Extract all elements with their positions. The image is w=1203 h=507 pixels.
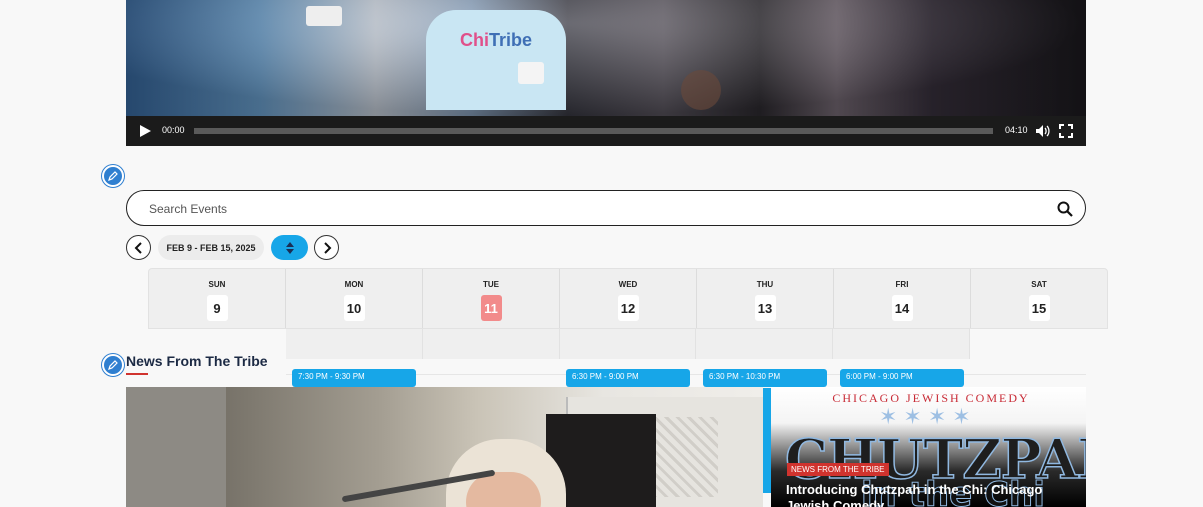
next-week-button[interactable]: [314, 235, 339, 260]
duration: 04:10: [1005, 125, 1028, 135]
calendar-column: [833, 329, 970, 359]
name-tag: [306, 6, 342, 26]
day-sun[interactable]: SUN 9: [149, 269, 286, 328]
event-wed[interactable]: 6:30 PM - 9:00 PM: [566, 369, 690, 387]
current-time: 00:00: [162, 125, 185, 135]
logo-arc-text: CHICAGO JEWISH COMEDY: [832, 391, 1030, 405]
sort-arrows-icon: [285, 241, 294, 254]
video-progress-bar[interactable]: [194, 128, 993, 134]
volume-icon[interactable]: [1035, 124, 1050, 138]
name-tag: [518, 62, 544, 84]
view-toggle-button[interactable]: [271, 235, 308, 260]
tshirt-logo-a: Chi: [460, 30, 489, 50]
day-number: 12: [617, 295, 639, 321]
news-card-image[interactable]: [126, 387, 763, 507]
day-name: WED: [618, 280, 638, 289]
day-name: THU: [756, 280, 774, 289]
day-wed[interactable]: WED 12: [560, 269, 697, 328]
calendar-column: [559, 329, 697, 359]
day-sat[interactable]: SAT 15: [971, 269, 1107, 328]
week-calendar: SUN 9 MON 10 TUE 11 WED 12 THU 13 FRI 14…: [148, 268, 1108, 329]
news-category-badge[interactable]: NEWS FROM THE TRIBE: [787, 463, 889, 476]
day-tue[interactable]: TUE 11: [423, 269, 560, 328]
video-frame[interactable]: ChiTribe: [126, 0, 1086, 116]
day-name: FRI: [895, 280, 909, 289]
day-name: SUN: [208, 280, 226, 289]
day-number: 9: [206, 295, 228, 321]
video-controls: 00:00 04:10: [126, 116, 1086, 146]
day-number: 14: [891, 295, 913, 321]
calendar-column: [696, 329, 834, 359]
tshirt-logo: ChiTribe: [460, 30, 532, 51]
day-thu[interactable]: THU 13: [697, 269, 834, 328]
calendar-column: [286, 329, 423, 359]
event-mon[interactable]: 7:30 PM - 9:30 PM: [292, 369, 416, 387]
chevron-right-icon: [323, 241, 331, 254]
title-underline: [126, 373, 148, 375]
day-number: 13: [754, 295, 776, 321]
event-fri[interactable]: 6:00 PM - 9:00 PM: [840, 369, 964, 387]
day-number: 15: [1028, 295, 1050, 321]
video-shade: [126, 0, 1086, 116]
calendar-column: [422, 329, 560, 359]
day-name: SAT: [1031, 280, 1047, 289]
play-icon[interactable]: [140, 125, 151, 137]
day-number-today: 11: [480, 295, 502, 321]
day-name: TUE: [483, 280, 499, 289]
event-thu[interactable]: 6:30 PM - 10:30 PM: [703, 369, 827, 387]
page: ChiTribe 00:00 04:10 Search Events FEB 9…: [0, 0, 1203, 507]
fullscreen-icon[interactable]: [1059, 124, 1073, 138]
calendar-day-columns: [286, 329, 970, 359]
pencil-icon: [108, 171, 118, 181]
video-player[interactable]: ChiTribe 00:00 04:10: [126, 0, 1086, 146]
tshirt-logo-b: Tribe: [489, 30, 533, 50]
photo-window: [126, 387, 226, 507]
search-bar: [126, 190, 1086, 226]
event-overflow-bar[interactable]: [762, 388, 771, 493]
hair-shape: [681, 70, 721, 110]
day-mon[interactable]: MON 10: [286, 269, 423, 328]
edit-pencil-button[interactable]: [102, 165, 124, 187]
day-number: 10: [343, 295, 365, 321]
pencil-icon: [108, 360, 118, 370]
news-section-title: News From The Tribe: [126, 353, 268, 369]
edit-pencil-button[interactable]: [102, 354, 124, 376]
search-input[interactable]: [149, 199, 1029, 219]
search-icon[interactable]: [1057, 201, 1073, 217]
prev-week-button[interactable]: [126, 235, 151, 260]
day-fri[interactable]: FRI 14: [834, 269, 971, 328]
day-name: MON: [344, 280, 364, 289]
tshirt-shape: [426, 10, 566, 110]
date-range-label: FEB 9 - FEB 15, 2025: [158, 235, 264, 260]
news-headline-link[interactable]: Introducing Chutzpah in the Chi: Chicago…: [786, 482, 1076, 507]
chevron-left-icon: [134, 241, 142, 254]
